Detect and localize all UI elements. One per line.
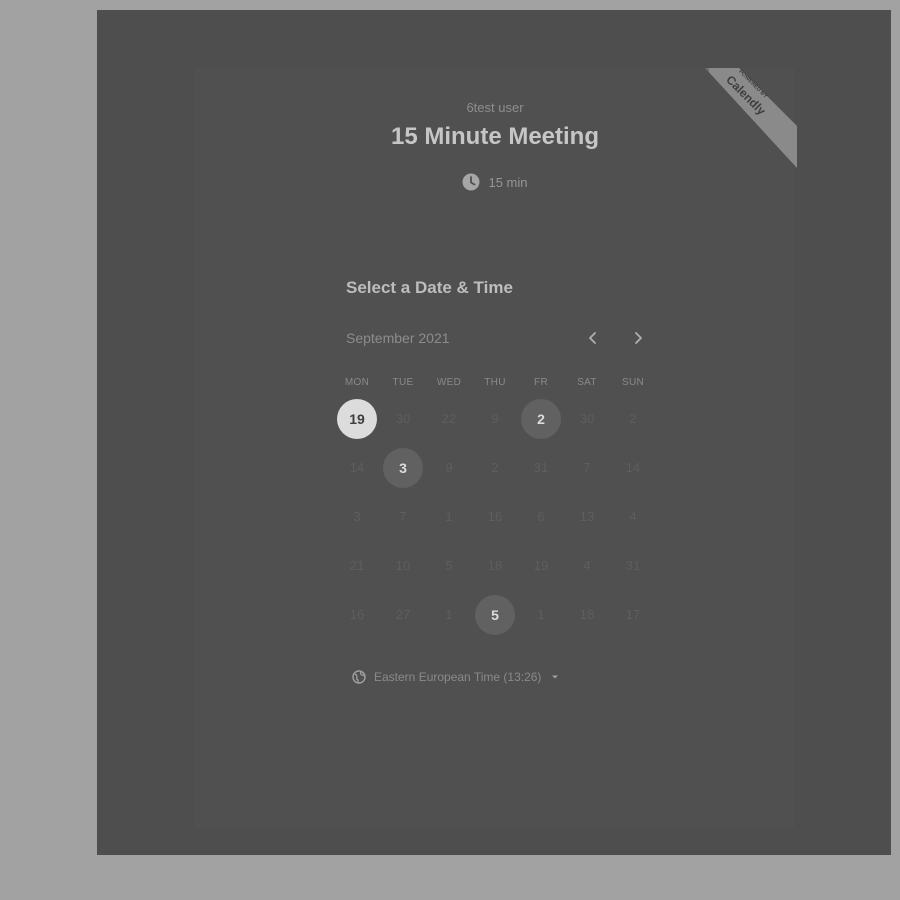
calendar-day: 16 [334,590,380,639]
calendar-day-number: 9 [491,411,499,426]
calendar-day: 31 [610,541,656,590]
calendar-day-today[interactable]: 19 [334,394,380,443]
calendar-day-number: 21 [349,558,365,573]
calendar-grid: 19 30 22 9 2 30 2 14 3 9 2 31 7 14 3 7 1 16 6 13 4 21 10 5 18 19 4… [334,394,656,639]
calendar-day: 22 [426,394,472,443]
calendar-day: 4 [564,541,610,590]
calendar-day: 18 [472,541,518,590]
calendar-day: 19 [518,541,564,590]
weekday-label: TUE [392,377,414,388]
calendar-day: 9 [426,443,472,492]
calendar-day: 6 [518,492,564,541]
calendar-day-number: 18 [487,558,503,573]
weekday-header: MON TUE WED THU FR SAT SUN [334,377,656,388]
calendar-day-number: 3 [353,509,361,524]
powered-by-calendly-badge[interactable]: POWERED BY Calendly [705,68,797,168]
calendar-day: 7 [564,443,610,492]
clock-icon [462,173,480,191]
calendar-day-number: 7 [399,509,407,524]
calendar-day-number: 31 [533,460,549,475]
timezone-label: Eastern European Time (13:26) [374,670,542,684]
calendar-day: 16 [472,492,518,541]
calendar-day-number: 5 [445,558,453,573]
calendar-day-number: 30 [579,411,595,426]
calendar-day-number: 16 [487,509,503,524]
calendar-day-number: 10 [395,558,411,573]
calendar-day-number: 14 [625,460,641,475]
chevron-right-icon [635,332,642,344]
calendar-day-number: 22 [441,411,457,426]
calendar-day-number: 17 [625,607,641,622]
weekday-label: MON [344,377,370,388]
calendar-day-number: 30 [395,411,411,426]
calendar-day-number: 5 [475,594,515,635]
calendar-day-available[interactable]: 3 [380,443,426,492]
previous-month-button[interactable] [582,327,604,349]
calendar-day-number: 19 [337,398,377,439]
calendar-day: 2 [610,394,656,443]
calendar-day-number: 6 [537,509,545,524]
globe-icon [352,670,366,684]
weekday-label: SUN [621,377,644,388]
calendar-day: 7 [380,492,426,541]
calendar-day-number: 4 [629,509,637,524]
calendar-day-number: 2 [521,398,561,439]
calendar-day-number: 1 [445,607,453,622]
month-label: September 2021 [346,330,450,346]
calendar-day: 5 [426,541,472,590]
weekday-label: THU [484,377,506,388]
next-month-button[interactable] [627,327,649,349]
duration-label: 15 min [488,174,528,190]
calendar-day-number: 31 [625,558,641,573]
calendar-day: 30 [380,394,426,443]
calendar-day-number: 2 [629,411,637,426]
calendar-day-number: 3 [383,447,423,488]
calendar-day-number: 19 [533,558,549,573]
host-name: 6test user [466,100,524,115]
calendar-day-available[interactable]: 2 [518,394,564,443]
weekday-label: WED [436,377,462,388]
calendar-day-number: 2 [491,460,499,475]
calendar-day-number: 4 [583,558,591,573]
calendar-day: 14 [610,443,656,492]
calendar-day: 27 [380,590,426,639]
calendar-day: 9 [472,394,518,443]
select-date-heading: Select a Date & Time [346,278,513,297]
event-duration: 15 min [195,173,795,191]
calendar-day: 31 [518,443,564,492]
calendar-day: 4 [610,492,656,541]
calendar-day: 10 [380,541,426,590]
calendar-day: 1 [426,590,472,639]
calendar-day: 13 [564,492,610,541]
calendar-day: 18 [564,590,610,639]
weekday-label: SAT [577,377,597,388]
calendar-day-number: 13 [579,509,595,524]
calendar-day: 21 [334,541,380,590]
calendar-day: 17 [610,590,656,639]
calendar-day: 14 [334,443,380,492]
calendar-day-number: 1 [445,509,453,524]
calendar-day: 3 [334,492,380,541]
calendar-day: 1 [518,590,564,639]
weekday-label: FR [534,377,548,388]
calendar-day-number: 16 [349,607,365,622]
calendar-day: 30 [564,394,610,443]
timezone-selector[interactable]: Eastern European Time (13:26) [352,670,559,684]
calendar-day-number: 1 [537,607,545,622]
calendar-day-number: 7 [583,460,591,475]
calendar-day-number: 9 [445,460,453,475]
calendar-day: 2 [472,443,518,492]
calendar-day-number: 18 [579,607,595,622]
calendar-day: 1 [426,492,472,541]
calendly-ribbon: POWERED BY Calendly [705,68,797,168]
calendar-day-number: 27 [395,607,411,622]
caret-down-icon [552,675,559,679]
calendar-day-number: 14 [349,460,365,475]
event-title: 15 Minute Meeting [390,123,600,150]
calendar-day-available[interactable]: 5 [472,590,518,639]
chevron-left-icon [589,332,596,344]
